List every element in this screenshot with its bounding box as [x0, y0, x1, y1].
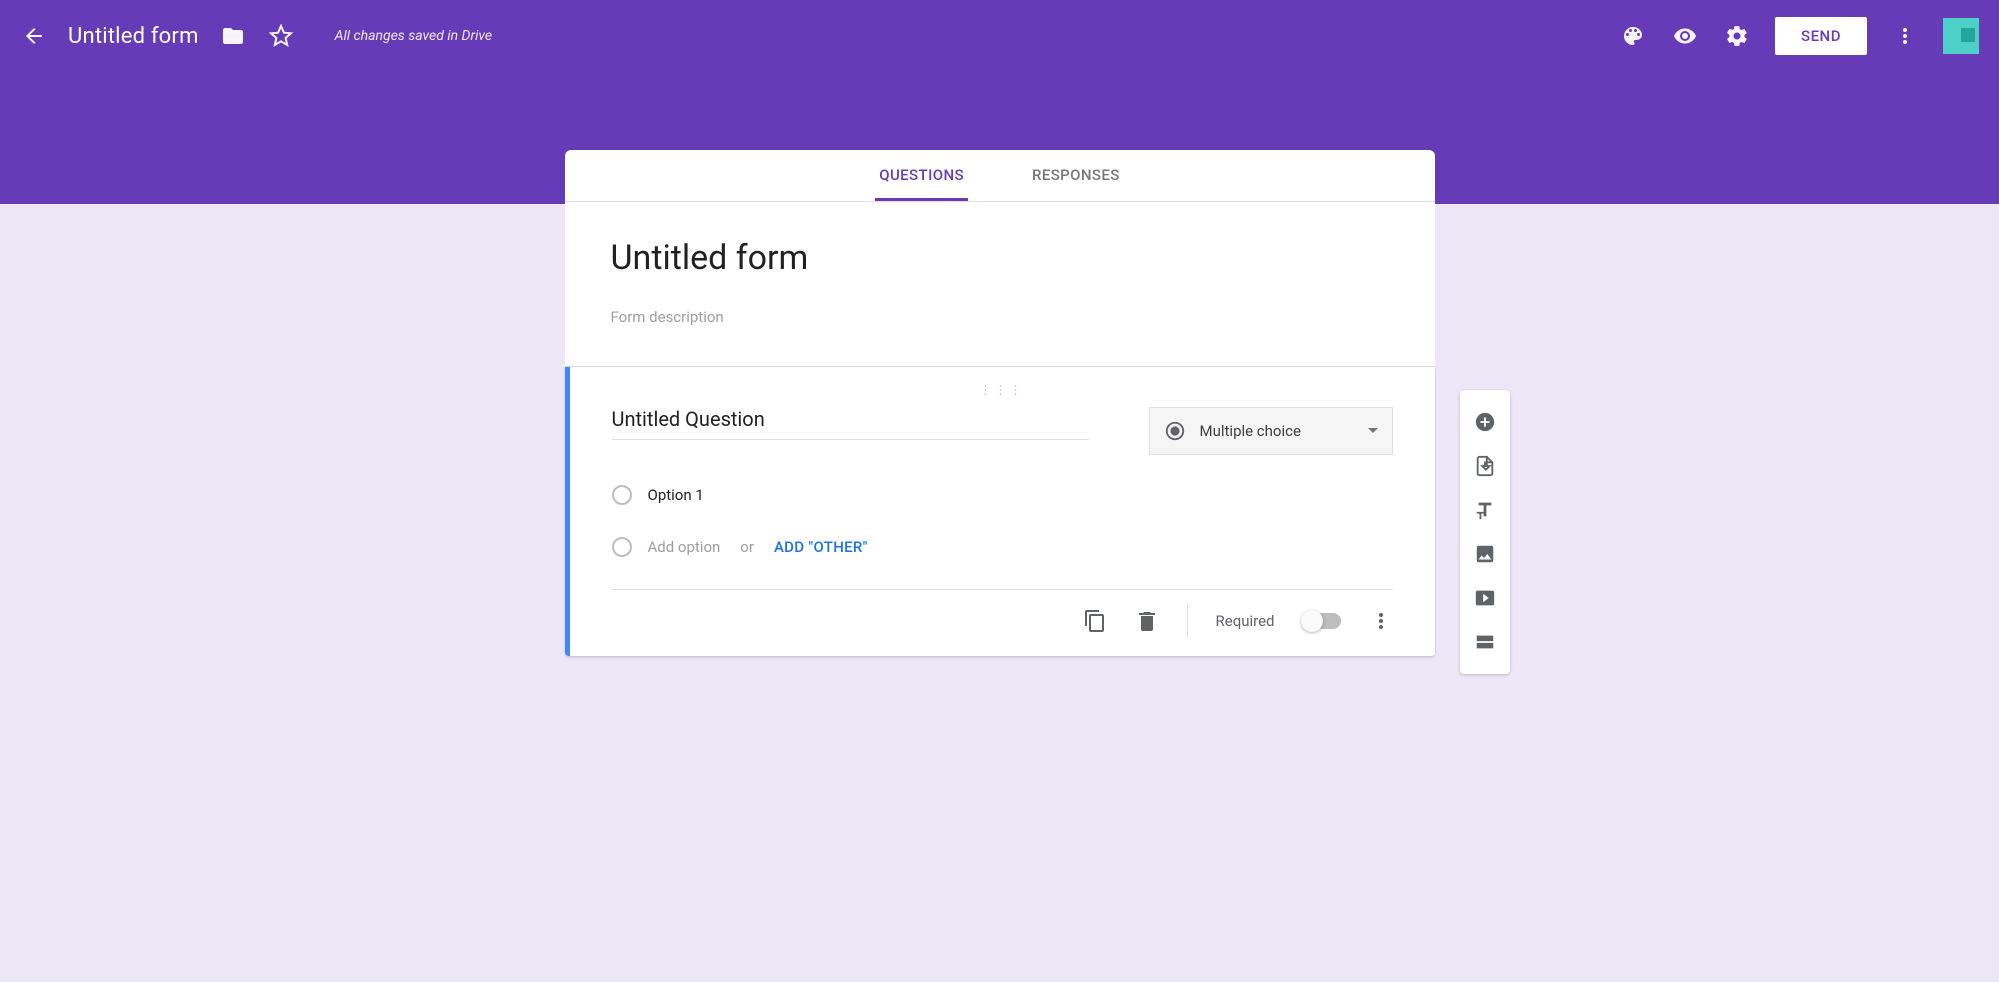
question-title-input[interactable]: Untitled Question — [612, 407, 1089, 440]
add-option-button[interactable]: Add option — [648, 538, 721, 556]
add-other-button[interactable]: ADD "OTHER" — [774, 538, 868, 556]
option-text-input[interactable]: Option 1 — [648, 486, 704, 504]
send-button[interactable]: SEND — [1775, 17, 1867, 55]
more-vert-icon[interactable] — [1891, 22, 1919, 50]
add-option-row: Add option or ADD "OTHER" — [612, 537, 1393, 557]
question-more-icon[interactable] — [1369, 609, 1393, 633]
form-header-card[interactable]: Untitled form Form description — [565, 202, 1435, 367]
add-section-icon[interactable] — [1460, 620, 1510, 664]
radio-outline-icon — [612, 485, 632, 505]
question-type-select[interactable]: Multiple choice — [1149, 407, 1393, 455]
options-list: Option 1 Add option or ADD "OTHER" — [612, 485, 1393, 557]
tab-responses[interactable]: RESPONSES — [1028, 150, 1124, 201]
required-toggle[interactable] — [1303, 613, 1341, 629]
required-label: Required — [1216, 612, 1275, 630]
delete-trash-icon[interactable] — [1135, 609, 1159, 633]
form-title-input[interactable]: Untitled form — [611, 238, 1389, 278]
add-title-icon[interactable] — [1460, 488, 1510, 532]
add-image-icon[interactable] — [1460, 532, 1510, 576]
document-title[interactable]: Untitled form — [68, 24, 199, 49]
toolbar: Untitled form All changes saved in Drive… — [0, 0, 1999, 72]
footer-divider — [1187, 604, 1188, 638]
or-text: or — [740, 538, 754, 556]
question-card[interactable]: ⋮⋮⋮ Untitled Question Multiple choice Op… — [565, 367, 1435, 656]
drag-handle-icon[interactable]: ⋮⋮⋮ — [612, 377, 1393, 407]
question-footer: Required — [612, 589, 1393, 656]
question-type-label: Multiple choice — [1200, 422, 1301, 440]
preview-eye-icon[interactable] — [1671, 22, 1699, 50]
duplicate-icon[interactable] — [1083, 609, 1107, 633]
settings-gear-icon[interactable] — [1723, 22, 1751, 50]
form-editor: QUESTIONS RESPONSES Untitled form Form d… — [565, 150, 1435, 656]
tabs: QUESTIONS RESPONSES — [565, 150, 1435, 202]
star-icon[interactable] — [267, 22, 295, 50]
save-status: All changes saved in Drive — [335, 28, 492, 44]
back-arrow-icon[interactable] — [20, 22, 48, 50]
palette-icon[interactable] — [1619, 22, 1647, 50]
folder-icon[interactable] — [219, 22, 247, 50]
add-question-icon[interactable] — [1460, 400, 1510, 444]
floating-side-toolbar — [1460, 390, 1510, 674]
dropdown-caret-icon — [1368, 422, 1378, 440]
radio-icon — [1164, 420, 1186, 442]
add-video-icon[interactable] — [1460, 576, 1510, 620]
radio-outline-icon — [612, 537, 632, 557]
option-row[interactable]: Option 1 — [612, 485, 1393, 505]
tab-questions[interactable]: QUESTIONS — [875, 150, 968, 201]
account-avatar[interactable] — [1943, 18, 1979, 54]
form-description-input[interactable]: Form description — [611, 308, 1389, 326]
import-questions-icon[interactable] — [1460, 444, 1510, 488]
